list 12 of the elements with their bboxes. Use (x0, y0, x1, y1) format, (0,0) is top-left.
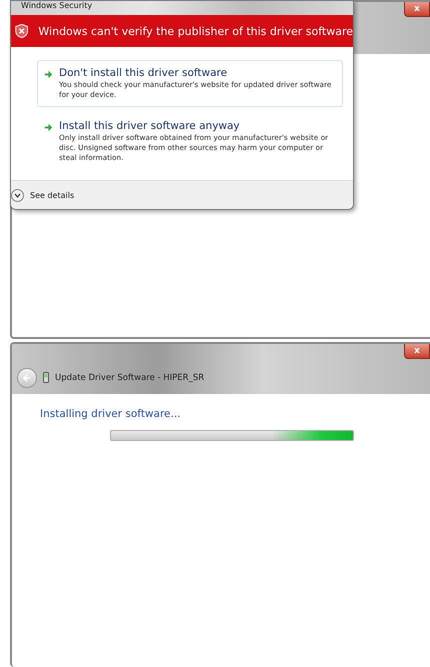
see-details-button[interactable]: See details (11, 188, 74, 202)
shield-icon (15, 21, 28, 41)
dialog-title: Windows Security (20, 1, 92, 11)
arrow-icon (44, 70, 53, 79)
arrow-icon (22, 373, 32, 383)
banner-text: Windows can't verify the publisher of this driver software (38, 24, 353, 38)
status-text: Installing driver software... (40, 408, 182, 420)
arrow-icon (44, 123, 53, 132)
window-title: Update Driver Software - HIPER_SR (55, 373, 204, 383)
back-button[interactable] (17, 368, 37, 388)
device-icon (43, 372, 49, 383)
chevron-icon (14, 192, 21, 198)
